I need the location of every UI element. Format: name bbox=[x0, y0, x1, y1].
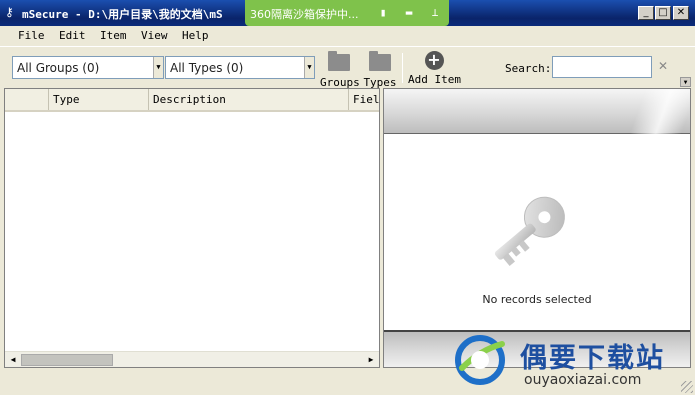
chevron-down-icon[interactable]: ▼ bbox=[153, 57, 163, 78]
scroll-right-icon[interactable]: ▶ bbox=[364, 353, 378, 367]
sandbox-folder-icon[interactable]: ▬ bbox=[399, 3, 419, 23]
watermark-url: ouyaoxiazai.com bbox=[524, 372, 642, 388]
groups-select-value: All Groups (0) bbox=[17, 61, 100, 75]
column-header-fields[interactable]: Fiel bbox=[349, 89, 379, 110]
title-bar[interactable]: ⚷ mSecure - D:\用户目录\我的文档\mS 360隔离沙箱保护中..… bbox=[0, 0, 695, 26]
types-select-value: All Types (0) bbox=[170, 61, 244, 75]
sandbox-status-text: 360隔离沙箱保护中... bbox=[250, 8, 359, 21]
search-label: Search: bbox=[505, 62, 552, 75]
watermark-logo bbox=[455, 335, 505, 385]
empty-state-text: No records selected bbox=[482, 293, 592, 306]
maximize-button[interactable]: □ bbox=[655, 6, 671, 20]
folder-icon bbox=[328, 51, 350, 71]
groups-select[interactable]: All Groups (0) ▼ bbox=[12, 56, 164, 79]
types-button[interactable]: Types bbox=[362, 51, 398, 89]
close-button[interactable]: ✕ bbox=[673, 6, 689, 20]
sandbox-clipboard-icon[interactable]: ▮ bbox=[373, 3, 393, 23]
scroll-left-icon[interactable]: ◀ bbox=[6, 353, 20, 367]
folder-icon bbox=[369, 51, 391, 71]
clear-search-icon[interactable]: ✕ bbox=[658, 59, 668, 73]
minimize-button[interactable]: _ bbox=[638, 6, 654, 20]
types-select[interactable]: All Types (0) ▼ bbox=[165, 56, 315, 79]
add-item-button[interactable]: + Add Item bbox=[408, 51, 461, 87]
chevron-down-icon[interactable]: ▼ bbox=[304, 57, 314, 78]
key-icon bbox=[494, 196, 565, 266]
watermark-brand: 偶要下载站 bbox=[520, 343, 665, 374]
details-header bbox=[384, 89, 690, 134]
menu-bar: File Edit Item View Help bbox=[0, 26, 695, 46]
add-item-label: Add Item bbox=[408, 73, 461, 86]
window-title: mSecure - D:\用户目录\我的文档\mS bbox=[22, 8, 223, 21]
add-circle-icon: + bbox=[424, 51, 444, 70]
menu-item[interactable]: Item bbox=[100, 29, 127, 42]
toolbar-separator bbox=[402, 53, 403, 83]
column-header-type[interactable]: Type bbox=[49, 89, 149, 110]
toolbar: All Groups (0) ▼ All Types (0) ▼ Groups … bbox=[0, 46, 695, 89]
menu-file[interactable]: File bbox=[18, 29, 45, 42]
toolbar-overflow-button[interactable]: ▼ bbox=[680, 77, 691, 87]
sandbox-banner: 360隔离沙箱保护中... ▮ ▬ ⊥ bbox=[245, 0, 449, 26]
list-header: Type Description Fiel bbox=[5, 89, 379, 112]
menu-help[interactable]: Help bbox=[182, 29, 209, 42]
column-header-select[interactable] bbox=[5, 89, 49, 110]
menu-edit[interactable]: Edit bbox=[59, 29, 86, 42]
details-pane: No records selected bbox=[383, 88, 691, 368]
menu-view[interactable]: View bbox=[141, 29, 168, 42]
app-key-icon: ⚷ bbox=[5, 5, 14, 19]
records-list[interactable]: Type Description Fiel ◀ ▶ bbox=[4, 88, 380, 368]
sandbox-pin-icon[interactable]: ⊥ bbox=[425, 3, 445, 23]
resize-grip-icon[interactable] bbox=[681, 381, 693, 393]
search-input[interactable] bbox=[552, 56, 652, 78]
column-header-description[interactable]: Description bbox=[149, 89, 349, 110]
horizontal-scrollbar[interactable]: ◀ ▶ bbox=[5, 351, 379, 367]
groups-button[interactable]: Groups bbox=[320, 51, 360, 89]
scroll-thumb[interactable] bbox=[21, 354, 113, 366]
